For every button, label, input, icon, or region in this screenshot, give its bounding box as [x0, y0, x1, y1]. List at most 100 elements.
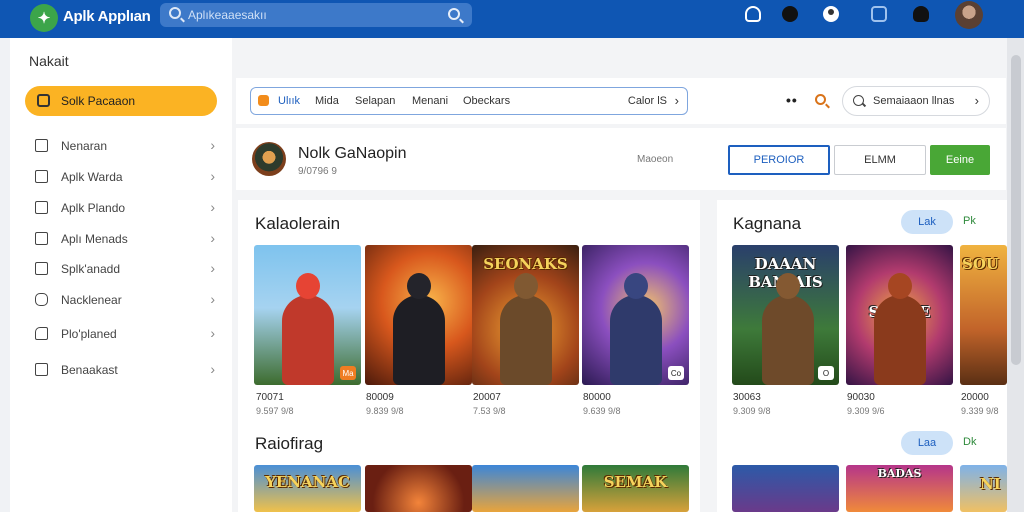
mail-icon: [35, 363, 48, 376]
game-card[interactable]: BADAS: [846, 465, 953, 512]
search-icon: [853, 95, 864, 106]
calor-select[interactable]: Calor lS: [628, 95, 667, 107]
sidebar-item-nenaran[interactable]: Nenaran ›: [25, 134, 217, 158]
search-icon: [169, 7, 181, 19]
game-card[interactable]: [365, 245, 472, 385]
game-card[interactable]: Co: [582, 245, 689, 385]
card-number: 30063: [733, 392, 761, 403]
square-icon: [35, 139, 48, 152]
sidebar-title: Nakait: [29, 53, 69, 69]
chat-icon: [35, 293, 48, 306]
card-number: 20007: [473, 392, 501, 403]
leaf-logo-icon[interactable]: ✦: [30, 4, 58, 32]
tab-obeckars[interactable]: Obeckars: [463, 95, 510, 107]
card-meta: 9.339 9/8: [961, 406, 999, 416]
tab-mida[interactable]: Mida: [315, 95, 339, 107]
card-number: 80000: [583, 392, 611, 403]
sidebar-item-label: Aplı Menads: [61, 232, 128, 246]
sidebar-item-aplk-warda[interactable]: Aplk Warda ›: [25, 165, 217, 189]
card-number: 70071: [256, 392, 284, 403]
pill-search-label: Semaiaaon llnas: [873, 95, 955, 107]
chevron-right-icon[interactable]: ›: [675, 93, 679, 108]
bag-icon: [37, 94, 50, 107]
section-title: Raiofirag: [255, 434, 324, 453]
sidebar-item-label: Benaakast: [61, 363, 118, 377]
game-card[interactable]: Ma: [254, 245, 361, 385]
card-banner: BADAS: [877, 467, 922, 480]
search-icon[interactable]: [815, 94, 826, 105]
elmm-button[interactable]: ELMM: [834, 145, 926, 175]
card-meta: 9.309 9/8: [733, 406, 771, 416]
avatar[interactable]: [955, 1, 983, 29]
game-card[interactable]: SEONAKS: [472, 245, 579, 385]
app-title: Aplk Applıan: [63, 8, 151, 25]
search-placeholder: Aplıkeaaesakıı: [188, 8, 267, 22]
card-artwork: [282, 295, 334, 385]
dk-link[interactable]: Dk: [963, 436, 976, 448]
sidebar-item-splkanadd[interactable]: Splk'anadd ›: [25, 257, 217, 281]
card-banner: SOU: [962, 255, 999, 273]
card-banner: NI: [980, 475, 1001, 493]
sidebar: Nakait Solk Pacaaon Nenaran › Aplk Warda…: [10, 38, 232, 512]
search-input[interactable]: Aplıkeaaesakıı: [160, 3, 472, 27]
game-card[interactable]: [472, 465, 579, 512]
card-banner: YENANAC: [265, 473, 350, 491]
sidebar-item-active[interactable]: Solk Pacaaon: [25, 86, 217, 116]
card-artwork: [610, 295, 662, 385]
hat-icon[interactable]: [913, 6, 929, 22]
card-badge: Co: [668, 366, 684, 380]
perioior-button[interactable]: PEROIOR: [728, 145, 830, 175]
sidebar-item-label: Nacklenear: [61, 293, 122, 307]
tab-ulik[interactable]: Ulıık: [278, 95, 300, 107]
search-submit-icon[interactable]: [448, 8, 460, 20]
scrollbar-thumb[interactable]: [1011, 55, 1021, 365]
section-title: Kagnana: [733, 214, 802, 233]
box-icon[interactable]: [871, 6, 887, 22]
sidebar-item-nacklenear[interactable]: Nacklenear ›: [25, 288, 217, 312]
semaiaaon-search-button[interactable]: Semaiaaon llnas ›: [842, 86, 990, 116]
lak-button[interactable]: Lak: [901, 210, 953, 234]
chevron-right-icon: ›: [210, 137, 215, 153]
sidebar-item-label: Splk'anadd: [61, 262, 121, 276]
game-card[interactable]: NI: [960, 465, 1007, 512]
card-artwork: [393, 295, 445, 385]
sidebar-item-label: Solk Pacaaon: [61, 94, 136, 108]
cloud-icon[interactable]: [745, 6, 761, 22]
profile-avatar: [252, 142, 286, 176]
game-card[interactable]: SOU: [960, 245, 1007, 385]
pk-link[interactable]: Pk: [963, 215, 976, 227]
edit-icon: [35, 201, 48, 214]
game-card[interactable]: [365, 465, 472, 512]
tab-menani[interactable]: Menani: [412, 95, 448, 107]
chevron-right-icon: ›: [210, 325, 215, 341]
sidebar-item-aplk-plando[interactable]: Aplk Plando ›: [25, 196, 217, 220]
profile-name: Nolk GaNaopin: [298, 145, 407, 162]
chevron-right-icon: ›: [210, 260, 215, 276]
card-banner: SEONAKS: [483, 255, 568, 273]
game-card[interactable]: [732, 465, 839, 512]
game-card[interactable]: SEMAK: [582, 465, 689, 512]
more-dots-icon[interactable]: ••: [786, 92, 798, 108]
laa-button[interactable]: Laa: [901, 431, 953, 455]
game-card[interactable]: SOONE: [846, 245, 953, 385]
chevron-right-icon: ›: [210, 199, 215, 215]
card-artwork: [762, 295, 814, 385]
chevron-right-icon: ›: [210, 168, 215, 184]
section-title: Kalaolerain: [255, 214, 341, 233]
eeine-button[interactable]: Eeine: [930, 145, 990, 175]
game-card[interactable]: DAAAN BANIAIS O: [732, 245, 839, 385]
tab-selapan[interactable]: Selapan: [355, 95, 395, 107]
user-icon[interactable]: [823, 6, 839, 22]
profile-meta: Maoeon: [637, 154, 674, 165]
card-meta: 9.309 9/6: [847, 406, 885, 416]
sidebar-item-ploplaned[interactable]: Plo'planed ›: [25, 322, 217, 346]
ninja-icon[interactable]: [782, 6, 798, 22]
game-card[interactable]: YENANAC: [254, 465, 361, 512]
card-badge: O: [818, 366, 834, 380]
edit-icon: [35, 232, 48, 245]
sidebar-item-benaakast[interactable]: Benaakast ›: [25, 358, 217, 382]
tag-icon: [35, 327, 48, 340]
sidebar-item-label: Plo'planed: [61, 327, 117, 341]
sidebar-item-apli-menads[interactable]: Aplı Menads ›: [25, 227, 217, 251]
card-badge: Ma: [340, 366, 356, 380]
